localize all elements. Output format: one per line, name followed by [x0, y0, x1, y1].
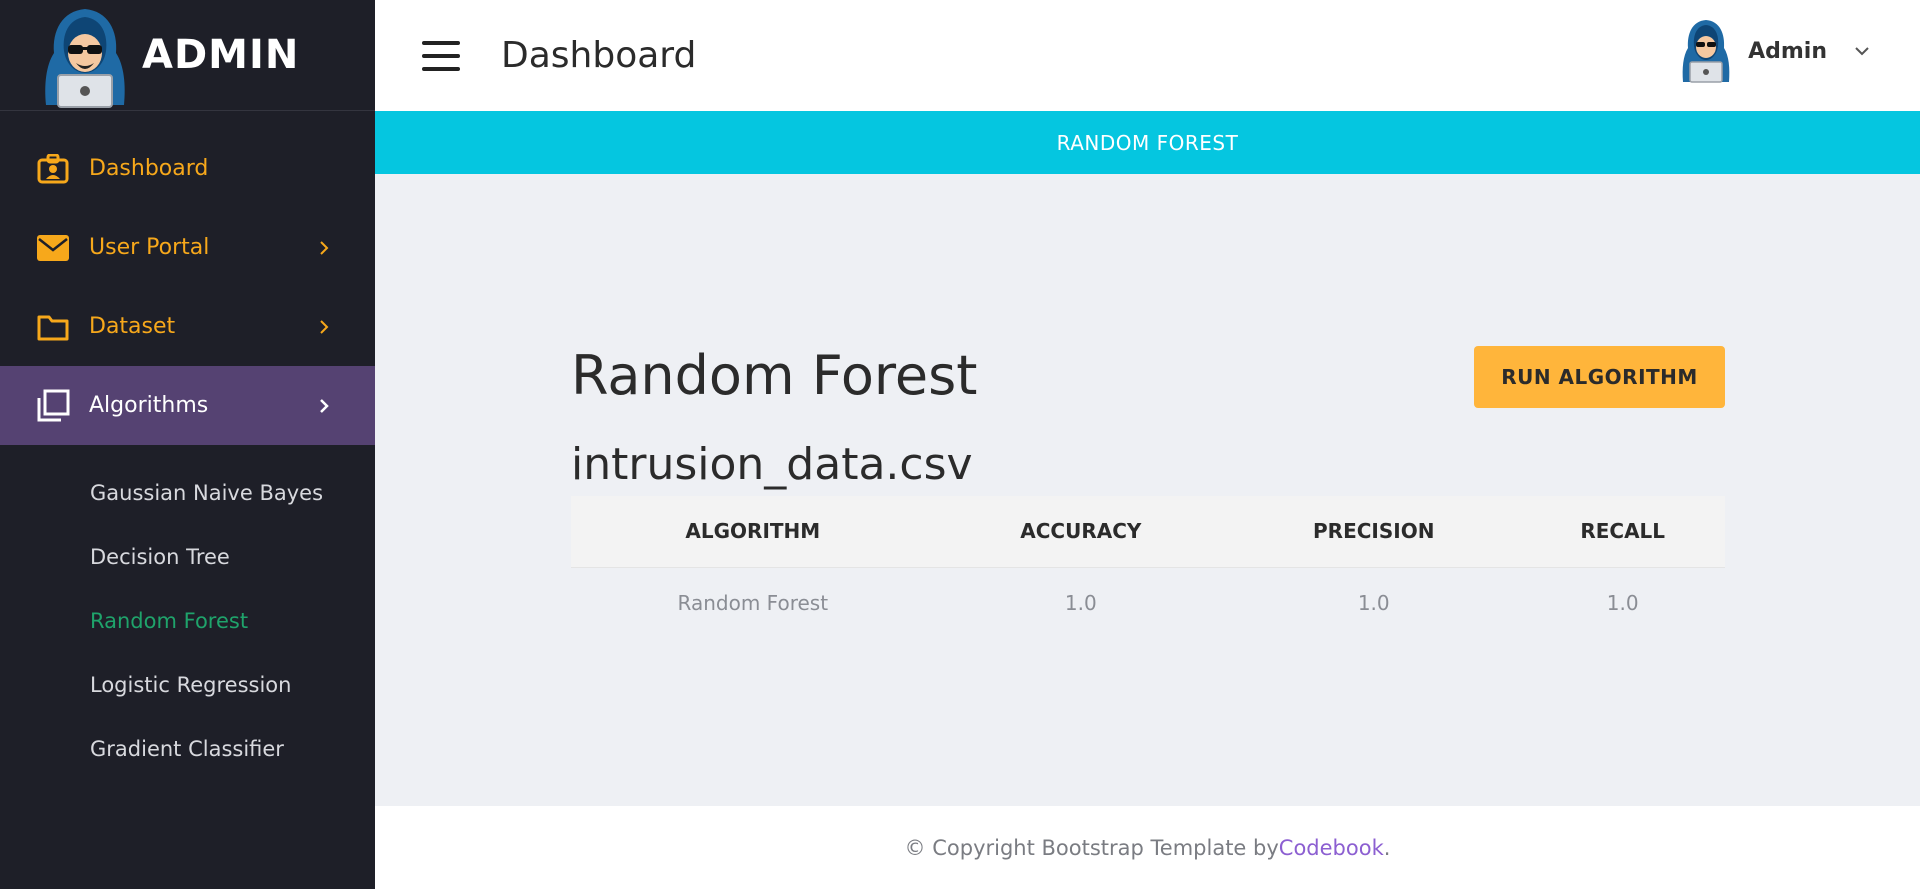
submenu-item-logistic-regression[interactable]: Logistic Regression	[0, 653, 375, 717]
cell-accuracy: 1.0	[1064, 590, 1097, 615]
user-name: Admin	[1748, 38, 1827, 64]
sidebar-item-user-portal[interactable]: User Portal	[0, 208, 375, 287]
sidebar-item-label: Dataset	[89, 314, 176, 339]
footer-link-codebook[interactable]: Codebook	[1279, 836, 1384, 860]
sidebar-item-label: User Portal	[89, 235, 210, 260]
footer: © Copyright Bootstrap Template by Codebo…	[375, 806, 1920, 889]
hacker-avatar-icon	[45, 9, 125, 108]
brand[interactable]: ADMIN	[0, 0, 375, 111]
sidebar: ADMIN Dashboard User Portal Dataset Algo…	[0, 0, 375, 889]
submenu-item-gaussian-naive-bayes[interactable]: Gaussian Naive Bayes	[0, 461, 375, 525]
column-header-recall: RECALL	[1520, 496, 1725, 568]
run-algorithm-button[interactable]: RUN ALGORITHM	[1474, 346, 1725, 408]
chevron-right-icon	[320, 240, 329, 255]
folder-icon	[36, 310, 70, 344]
table-row: Random Forest 1.0 1.0 1.0	[571, 567, 1725, 638]
results-table: ALGORITHM ACCURACY PRECISION RECALL Rand…	[571, 496, 1725, 638]
sidebar-item-dataset[interactable]: Dataset	[0, 287, 375, 366]
chevron-right-icon	[320, 398, 329, 413]
copyright-suffix: .	[1383, 835, 1391, 860]
chevron-down-icon	[1855, 47, 1869, 56]
sidebar-item-algorithms[interactable]: Algorithms	[0, 366, 375, 445]
algorithm-title: Random Forest	[571, 344, 978, 407]
sidebar-item-label: Dashboard	[89, 156, 209, 181]
table-header-row: ALGORITHM ACCURACY PRECISION RECALL	[571, 496, 1725, 568]
chevron-right-icon	[320, 319, 329, 334]
page-title: Dashboard	[501, 35, 697, 76]
submenu-item-random-forest[interactable]: Random Forest	[0, 589, 375, 653]
sidebar-item-dashboard[interactable]: Dashboard	[0, 129, 375, 208]
column-header-algorithm: ALGORITHM	[571, 496, 935, 568]
copy-icon	[36, 389, 70, 423]
column-header-precision: PRECISION	[1227, 496, 1521, 568]
dataset-name: intrusion_data.csv	[571, 439, 973, 490]
id-badge-icon	[36, 152, 70, 186]
column-header-accuracy: ACCURACY	[934, 496, 1228, 568]
main-content: Random Forest RUN ALGORITHM intrusion_da…	[375, 174, 1920, 806]
brand-name: ADMIN	[142, 32, 300, 78]
envelope-icon	[36, 231, 70, 265]
app-root: ADMIN Dashboard User Portal Dataset Algo…	[0, 0, 1920, 889]
sidebar-nav: Dashboard User Portal Dataset Algorithms…	[0, 111, 375, 781]
sidebar-item-label: Algorithms	[89, 393, 209, 418]
submenu-item-gradient-classifier[interactable]: Gradient Classifier	[0, 717, 375, 781]
user-menu[interactable]: Admin	[1680, 18, 1870, 84]
algorithms-submenu: Gaussian Naive Bayes Decision Tree Rando…	[0, 445, 375, 781]
top-header: Dashboard Admin	[375, 0, 1920, 111]
page-banner: RANDOM FOREST	[375, 111, 1920, 174]
cell-recall: 1.0	[1606, 590, 1639, 615]
cell-algorithm: Random Forest	[677, 590, 829, 615]
cell-precision: 1.0	[1357, 590, 1390, 615]
hamburger-icon[interactable]	[422, 40, 460, 71]
copyright-text: © Copyright Bootstrap Template by	[904, 835, 1279, 860]
submenu-item-decision-tree[interactable]: Decision Tree	[0, 525, 375, 589]
avatar	[1682, 20, 1730, 83]
